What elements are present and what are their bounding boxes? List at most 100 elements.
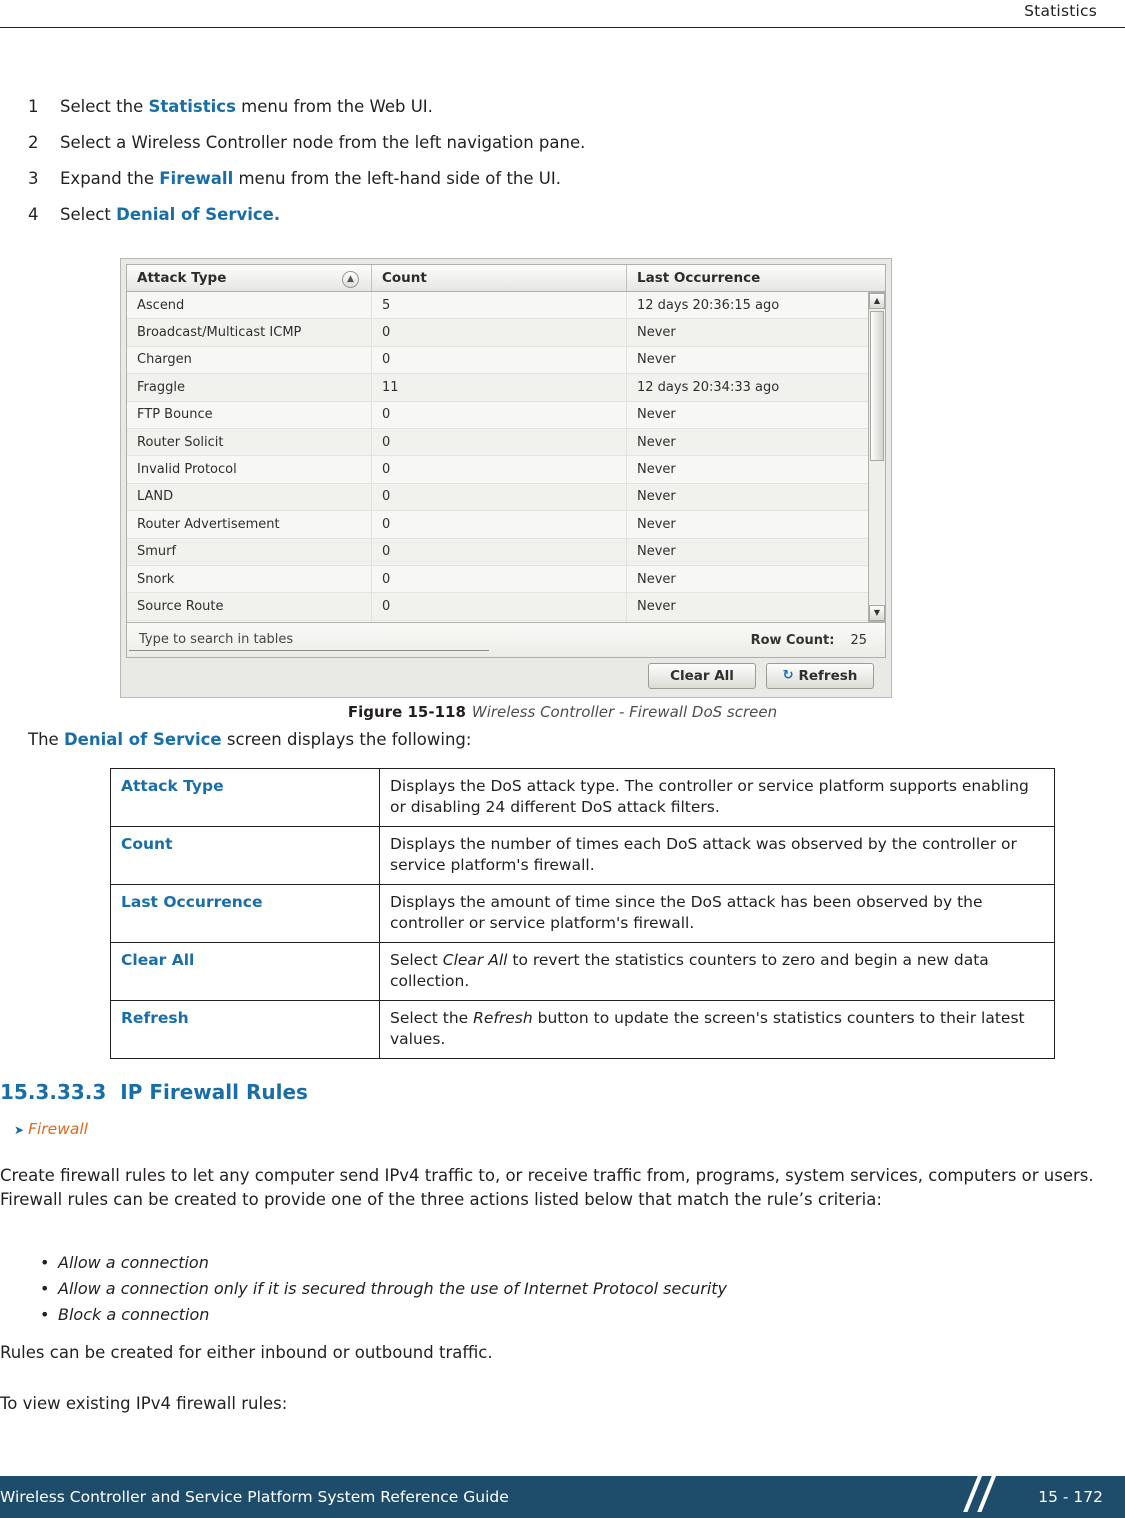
desc-refresh: Select the Refresh button to update the … [379,1000,1055,1059]
cell-count: 0 [372,401,627,428]
cell-last-occurrence: 12 days 20:36:15 ago [637,297,780,313]
table-footer: Type to search in tables Row Count: 25 [126,622,886,658]
table-row: Refresh Select the Refresh button to upd… [110,1000,1055,1059]
cell-last-occurrence: Never [637,352,676,368]
scroll-down-icon[interactable]: ▼ [869,605,885,621]
table-header-row: Attack Type ▲ Count Last Occurrence [126,264,886,292]
table-row[interactable]: Ascend 5 12 days 20:36:15 ago [127,292,885,320]
desc-last-occurrence: Displays the amount of time since the Do… [379,884,1055,943]
header-title: Statistics [1024,2,1097,20]
step-text-pre: Select the [60,97,149,116]
breadcrumb[interactable]: ➤ Firewall [14,1120,88,1138]
intro-line: The Denial of Service screen displays th… [28,730,471,749]
column-header-count[interactable]: Count [372,265,627,291]
desc-pre: Select [390,951,443,969]
column-header-label: Last Occurrence [637,270,761,286]
table-row[interactable]: Broadcast/Multicast ICMP 0 Never [127,319,885,347]
step-item: 1 Select the Statistics menu from the Web… [28,96,1098,118]
scrollbar-thumb[interactable] [870,311,884,461]
table-row[interactable]: Source Route 0 Never [127,593,885,621]
table-row[interactable]: Router Solicit 0 Never [127,428,885,457]
bullet-list: Allow a connection Allow a connection on… [36,1250,727,1328]
list-item: Block a connection [36,1302,727,1328]
cell-attack-type: Ascend [127,292,372,319]
cell-count: 0 [372,511,627,538]
term-clear-all: Clear All [110,942,380,1001]
step-text-pre: Expand the [60,169,160,188]
refresh-label: Refresh [798,667,858,684]
table-row[interactable]: Router Advertisement 0 Never [127,511,885,539]
step-text-post: menu from the left-hand side of the UI. [233,169,561,188]
step-number: 1 [28,97,39,116]
clear-all-label: Clear All [670,667,734,684]
step-item: 2 Select a Wireless Controller node from … [28,132,1098,154]
footer-guide-title: Wireless Controller and Service Platform… [0,1488,509,1506]
figure-label: Figure 15-118 [347,703,466,721]
definition-table: Attack Type Displays the DoS attack type… [110,768,1055,1059]
step-text-bold: Denial of Service. [116,205,281,224]
step-number: 3 [28,169,39,188]
scroll-up-icon[interactable]: ▲ [869,293,885,309]
cell-last-occurrence: Never [637,407,676,423]
chevron-right-icon: ➤ [14,1123,25,1137]
screenshot-button-bar: Clear All ↻ Refresh [126,658,886,693]
search-input[interactable]: Type to search in tables [129,630,489,651]
step-text-pre: Select a Wireless Controller node from t… [60,133,586,152]
table-row[interactable]: FTP Bounce 0 Never [127,401,885,429]
footer-page-number: 15 - 172 [1038,1488,1103,1506]
cell-count: 0 [372,428,627,456]
refresh-button[interactable]: ↻ Refresh [766,662,874,689]
table-row[interactable]: Invalid Protocol 0 Never [127,456,885,484]
cell-count: 0 [372,319,627,346]
column-header-attack-type[interactable]: Attack Type ▲ [127,265,372,291]
paragraph-intro: Create firewall rules to let any compute… [0,1166,1094,1209]
column-header-label: Attack Type [137,270,227,286]
cell-count: 0 [372,538,627,565]
cell-attack-type: Broadcast/Multicast ICMP [127,319,372,346]
cell-last-occurrence: Never [637,516,676,532]
row-count: Row Count: 25 [751,633,867,648]
refresh-icon: ↻ [782,668,794,683]
term-count: Count [110,826,380,885]
table-row[interactable]: Fraggle 11 12 days 20:34:33 ago [127,374,885,402]
table-row[interactable]: Chargen 0 Never [127,346,885,375]
header-divider [0,27,1125,28]
figure-caption: Figure 15-118 Wireless Controller - Firew… [0,703,1125,721]
step-text-bold: Statistics [148,97,236,116]
table-row[interactable]: Smurf 0 Never [127,538,885,566]
desc-emphasis: Refresh [473,1009,533,1027]
cell-attack-type: LAND [127,483,372,511]
list-item: Allow a connection [36,1250,727,1276]
step-number: 4 [28,205,39,224]
step-text-post: menu from the Web UI. [235,97,433,116]
desc-pre: Select the [390,1009,474,1027]
step-item: 4 Select Denial of Service. [28,204,1098,226]
term-last-occurrence: Last Occurrence [110,884,380,943]
list-item: Allow a connection only if it is secured… [36,1276,727,1302]
row-count-value: 25 [850,632,867,648]
term-attack-type: Attack Type [110,768,380,827]
cell-attack-type: FTP Bounce [127,401,372,428]
cell-last-occurrence: Never [637,325,676,341]
cell-count: 0 [372,565,627,593]
row-count-label: Row Count: [750,632,835,648]
cell-count: 11 [372,374,627,401]
cell-attack-type: Router Solicit [127,428,372,456]
column-header-last-occurrence[interactable]: Last Occurrence [627,265,885,291]
cell-attack-type: Chargen [127,346,372,374]
clear-all-button[interactable]: Clear All [648,662,756,689]
step-number: 2 [28,133,39,152]
breadcrumb-label: Firewall [28,1120,88,1138]
intro-bold: Denial of Service [63,730,222,749]
table-row[interactable]: Snork 0 Never [127,565,885,594]
intro-pre: The [28,730,64,749]
table-body: Ascend 5 12 days 20:36:15 ago Broadcast/… [126,292,886,622]
step-text-pre: Select [60,205,117,224]
page-header: Statistics [0,0,1125,30]
screenshot-figure: Attack Type ▲ Count Last Occurrence Asce… [120,258,892,698]
vertical-scrollbar[interactable]: ▲ ▼ [868,292,886,622]
document-page: Statistics 1 Select the Statistics menu f… [0,0,1125,1518]
desc-clear-all: Select Clear All to revert the statistic… [379,942,1055,1001]
sort-ascending-icon[interactable]: ▲ [342,271,359,288]
table-row[interactable]: LAND 0 Never [127,483,885,512]
